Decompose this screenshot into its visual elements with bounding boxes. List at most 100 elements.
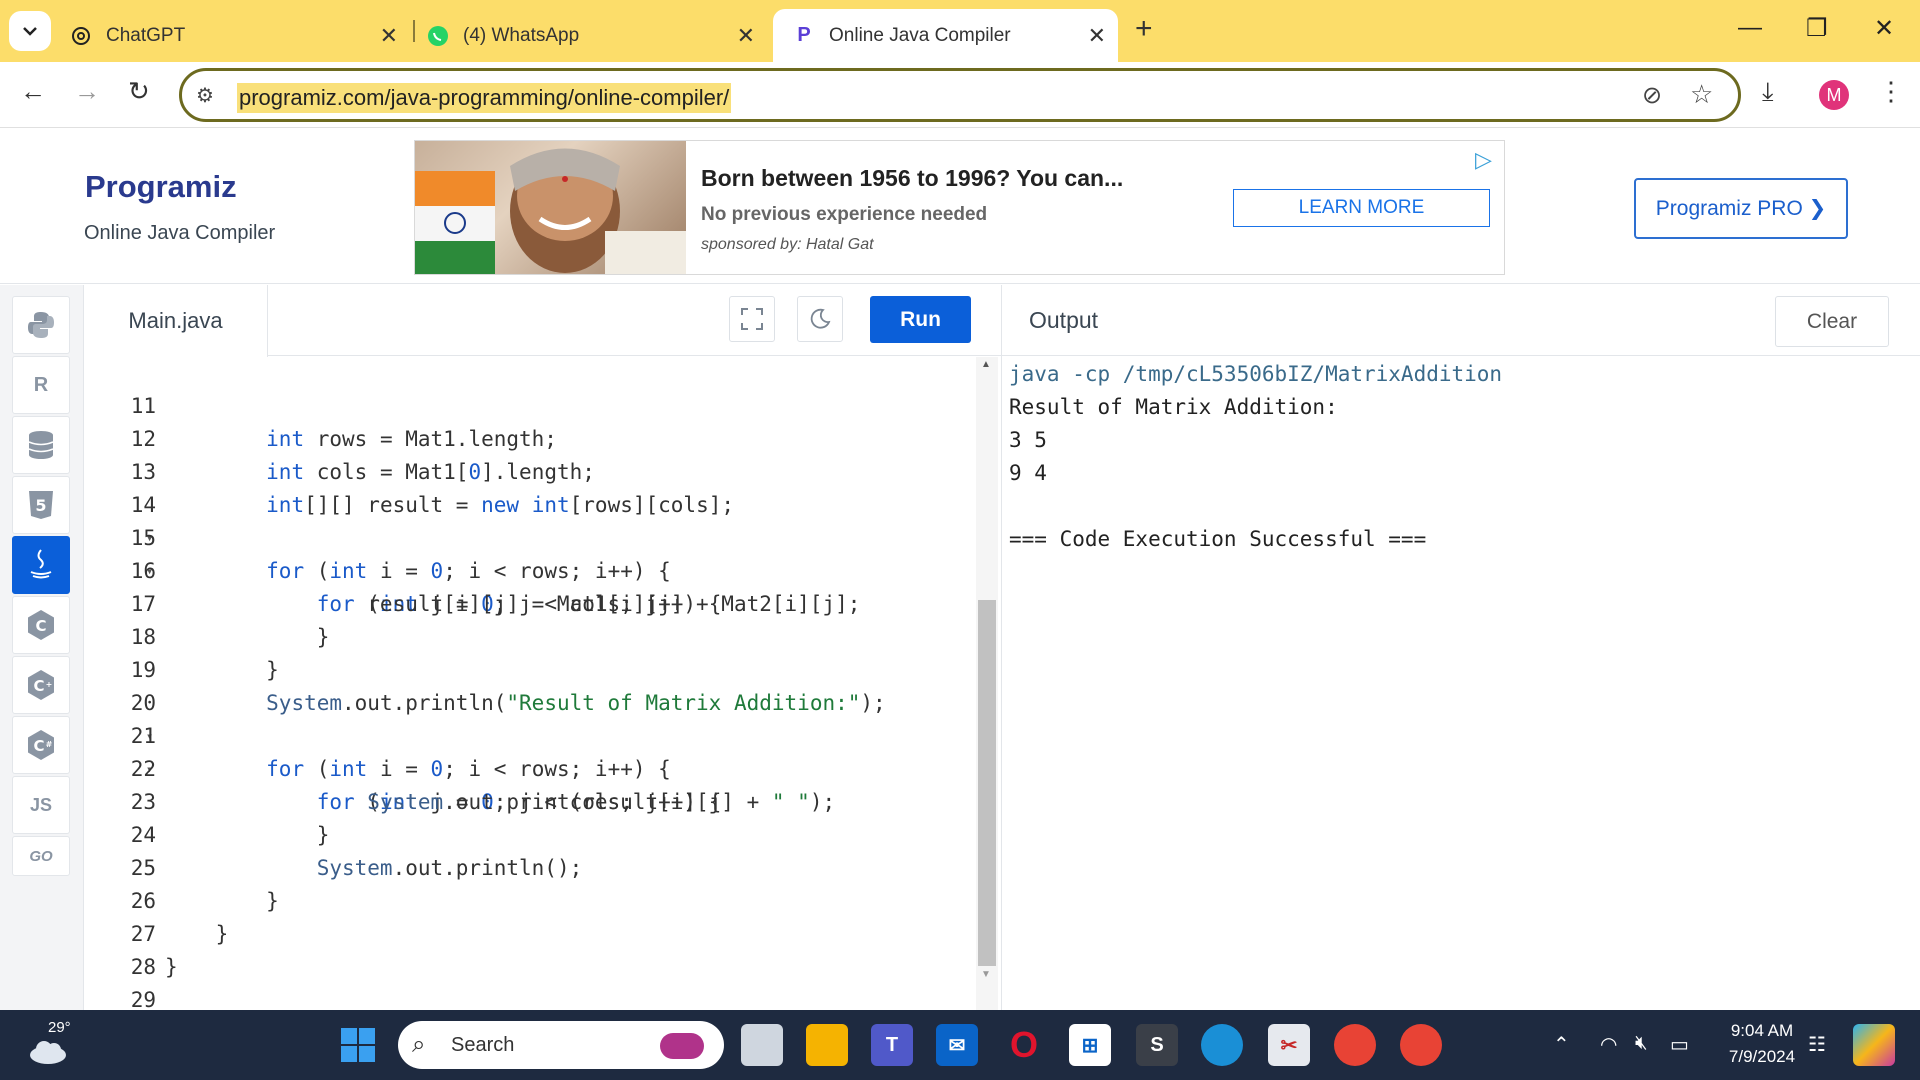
browser-toolbar: ← → ↻ ⚙ programiz.com/java-programming/o…	[0, 62, 1920, 128]
cpp-language-icon[interactable]: C +	[12, 656, 70, 714]
close-icon[interactable]: ✕	[737, 23, 755, 49]
svg-text:5: 5	[35, 496, 46, 515]
tray-chevron-up-icon[interactable]: ⌃	[1553, 1032, 1570, 1057]
run-button[interactable]: Run	[870, 296, 971, 343]
tab-search-button[interactable]	[9, 11, 51, 51]
javascript-icon[interactable]: JS	[12, 776, 70, 834]
programiz-pro-button[interactable]: Programiz PRO ❯	[1634, 178, 1848, 239]
code-line: 12 int cols = Mat1[0].length;	[130, 427, 595, 484]
minimize-icon[interactable]: —	[1738, 14, 1762, 42]
programiz-logo[interactable]: Programiz	[85, 169, 237, 205]
search-icon: ⌕	[412, 1031, 426, 1058]
opera-icon[interactable]: O	[1003, 1024, 1045, 1066]
taskbar-search-box[interactable]: ⌕ Search	[398, 1021, 724, 1069]
java-icon[interactable]	[12, 536, 70, 594]
microsoft-store-icon[interactable]: ⊞	[1069, 1024, 1111, 1066]
scroll-down-arrow-icon[interactable]: ▼	[981, 969, 991, 980]
code-line: 19 System.out.println("Result of Matrix …	[130, 658, 886, 715]
back-icon[interactable]: ←	[20, 76, 46, 107]
svg-text:+: +	[46, 680, 53, 689]
close-icon[interactable]: ✕	[380, 23, 398, 49]
code-line: 16 result[i][j] = Mat1[i][j] + Mat2[i][j…	[130, 559, 861, 616]
tab-whatsapp[interactable]: (4) WhatsApp ✕	[427, 9, 767, 62]
code-line: 24 System.out.println();	[130, 823, 583, 880]
bookmark-star-icon[interactable]: ☆	[1690, 79, 1713, 110]
code-line: 23 }	[130, 790, 330, 847]
code-line: 17 }	[130, 592, 330, 649]
output-line: 3 5	[1009, 428, 1047, 452]
ad-title: Born between 1956 to 1996? You can...	[701, 165, 1124, 191]
c-language-icon[interactable]: C	[12, 596, 70, 654]
weather-cloud-icon[interactable]	[28, 1038, 68, 1069]
output-panel: Output Clear java -cp /tmp/cL53506bIZ/Ma…	[1001, 285, 1920, 1010]
task-view-icon[interactable]	[741, 1024, 783, 1066]
edge-icon[interactable]	[1201, 1024, 1243, 1066]
chrome-profile-r-icon[interactable]	[1334, 1024, 1376, 1066]
output-toolbar: Output Clear	[1002, 285, 1920, 356]
editor-scrollbar[interactable]: ▲ ▼	[976, 357, 998, 1010]
file-explorer-icon[interactable]	[806, 1024, 848, 1066]
tab-chatgpt[interactable]: ChatGPT ✕	[70, 9, 410, 62]
clock-date[interactable]: 7/9/2024	[1717, 1047, 1807, 1067]
windows-start-icon[interactable]	[340, 1027, 376, 1068]
fullscreen-icon[interactable]	[729, 296, 775, 342]
address-bar[interactable]: ⚙ programiz.com/java-programming/online-…	[179, 68, 1741, 122]
chatgpt-icon	[70, 25, 92, 47]
ad-subtitle: No previous experience needed	[701, 204, 988, 225]
clear-button[interactable]: Clear	[1775, 296, 1889, 347]
forward-icon[interactable]: →	[74, 76, 100, 107]
eye-off-icon[interactable]: ⊘	[1642, 81, 1662, 110]
battery-icon[interactable]: ▭	[1670, 1032, 1689, 1057]
chrome-profile-m-icon[interactable]	[1400, 1024, 1442, 1066]
mail-icon[interactable]: ✉	[936, 1024, 978, 1066]
tab-separator	[413, 20, 415, 42]
code-line: 29	[130, 988, 156, 1012]
chevron-down-icon	[23, 27, 37, 36]
csharp-language-icon[interactable]: C #	[12, 716, 70, 774]
tab-title: (4) WhatsApp	[463, 24, 580, 46]
learn-more-button[interactable]: LEARN MORE	[1233, 189, 1490, 227]
url-text[interactable]: programiz.com/java-programming/online-co…	[237, 83, 732, 113]
wifi-icon[interactable]: ◠	[1600, 1032, 1617, 1057]
file-tab-main-java[interactable]: Main.java	[84, 285, 268, 357]
windows-taskbar: 29° ⌕ Search T ✉ O ⊞ S ✂ ⌃ ◠ 🔇︎ ▭ 9:04 A…	[0, 1010, 1920, 1080]
copilot-icon[interactable]	[1853, 1024, 1895, 1066]
restore-icon[interactable]: ❐	[1806, 14, 1828, 43]
new-tab-button[interactable]: +	[1135, 12, 1153, 46]
scrollbar-thumb[interactable]	[978, 600, 996, 966]
volume-muted-icon[interactable]: 🔇︎	[1635, 1032, 1648, 1055]
output-title: Output	[1029, 307, 1099, 333]
s-app-icon[interactable]: S	[1136, 1024, 1178, 1066]
go-language-icon[interactable]: GO	[12, 836, 70, 876]
code-line: 20 ▾ for (int i = 0; i < rows; i++) {	[130, 691, 671, 781]
html5-icon[interactable]: 5	[12, 476, 70, 534]
close-icon[interactable]: ✕	[1088, 23, 1106, 49]
r-language-icon[interactable]: R	[12, 356, 70, 414]
profile-avatar[interactable]: M	[1819, 80, 1849, 110]
reload-icon[interactable]: ↻	[128, 76, 150, 107]
tab-title: ChatGPT	[106, 24, 186, 46]
notifications-icon[interactable]: ☷	[1808, 1032, 1826, 1057]
scroll-up-arrow-icon[interactable]: ▲	[981, 359, 991, 370]
language-sidebar: R 5 C C + C # JS GO	[0, 285, 84, 1010]
code-area[interactable]: 11 int rows = Mat1.length; 12 int cols =…	[84, 357, 974, 1012]
snipping-tool-icon[interactable]: ✂	[1268, 1024, 1310, 1066]
menu-kebab-icon[interactable]: ⋮	[1878, 76, 1904, 107]
site-settings-icon[interactable]: ⚙	[196, 83, 214, 108]
output-success-line: === Code Execution Successful ===	[1009, 527, 1427, 551]
ad-banner[interactable]: Born between 1956 to 1996? You can... No…	[414, 140, 1505, 275]
adchoices-icon[interactable]: ▷	[1475, 147, 1492, 173]
dark-mode-moon-icon[interactable]	[797, 296, 843, 342]
editor-toolbar: Main.java Run	[84, 285, 1001, 357]
close-window-icon[interactable]: ✕	[1874, 14, 1894, 43]
python-icon[interactable]	[12, 296, 70, 354]
code-line: 22 System.out.print(result[i][j] + " ");	[130, 757, 836, 814]
site-header: Programiz Online Java Compiler Born betw…	[0, 129, 1920, 284]
clock-time[interactable]: 9:04 AM	[1722, 1021, 1802, 1041]
weather-temperature: 29°	[48, 1019, 71, 1036]
tab-online-java-compiler[interactable]: P Online Java Compiler ✕	[773, 9, 1118, 62]
download-icon[interactable]: ⤓	[1762, 76, 1774, 108]
sql-database-icon[interactable]	[12, 416, 70, 474]
output-command: java -cp /tmp/cL53506bIZ/MatrixAddition	[1009, 362, 1503, 386]
teams-icon[interactable]: T	[871, 1024, 913, 1066]
